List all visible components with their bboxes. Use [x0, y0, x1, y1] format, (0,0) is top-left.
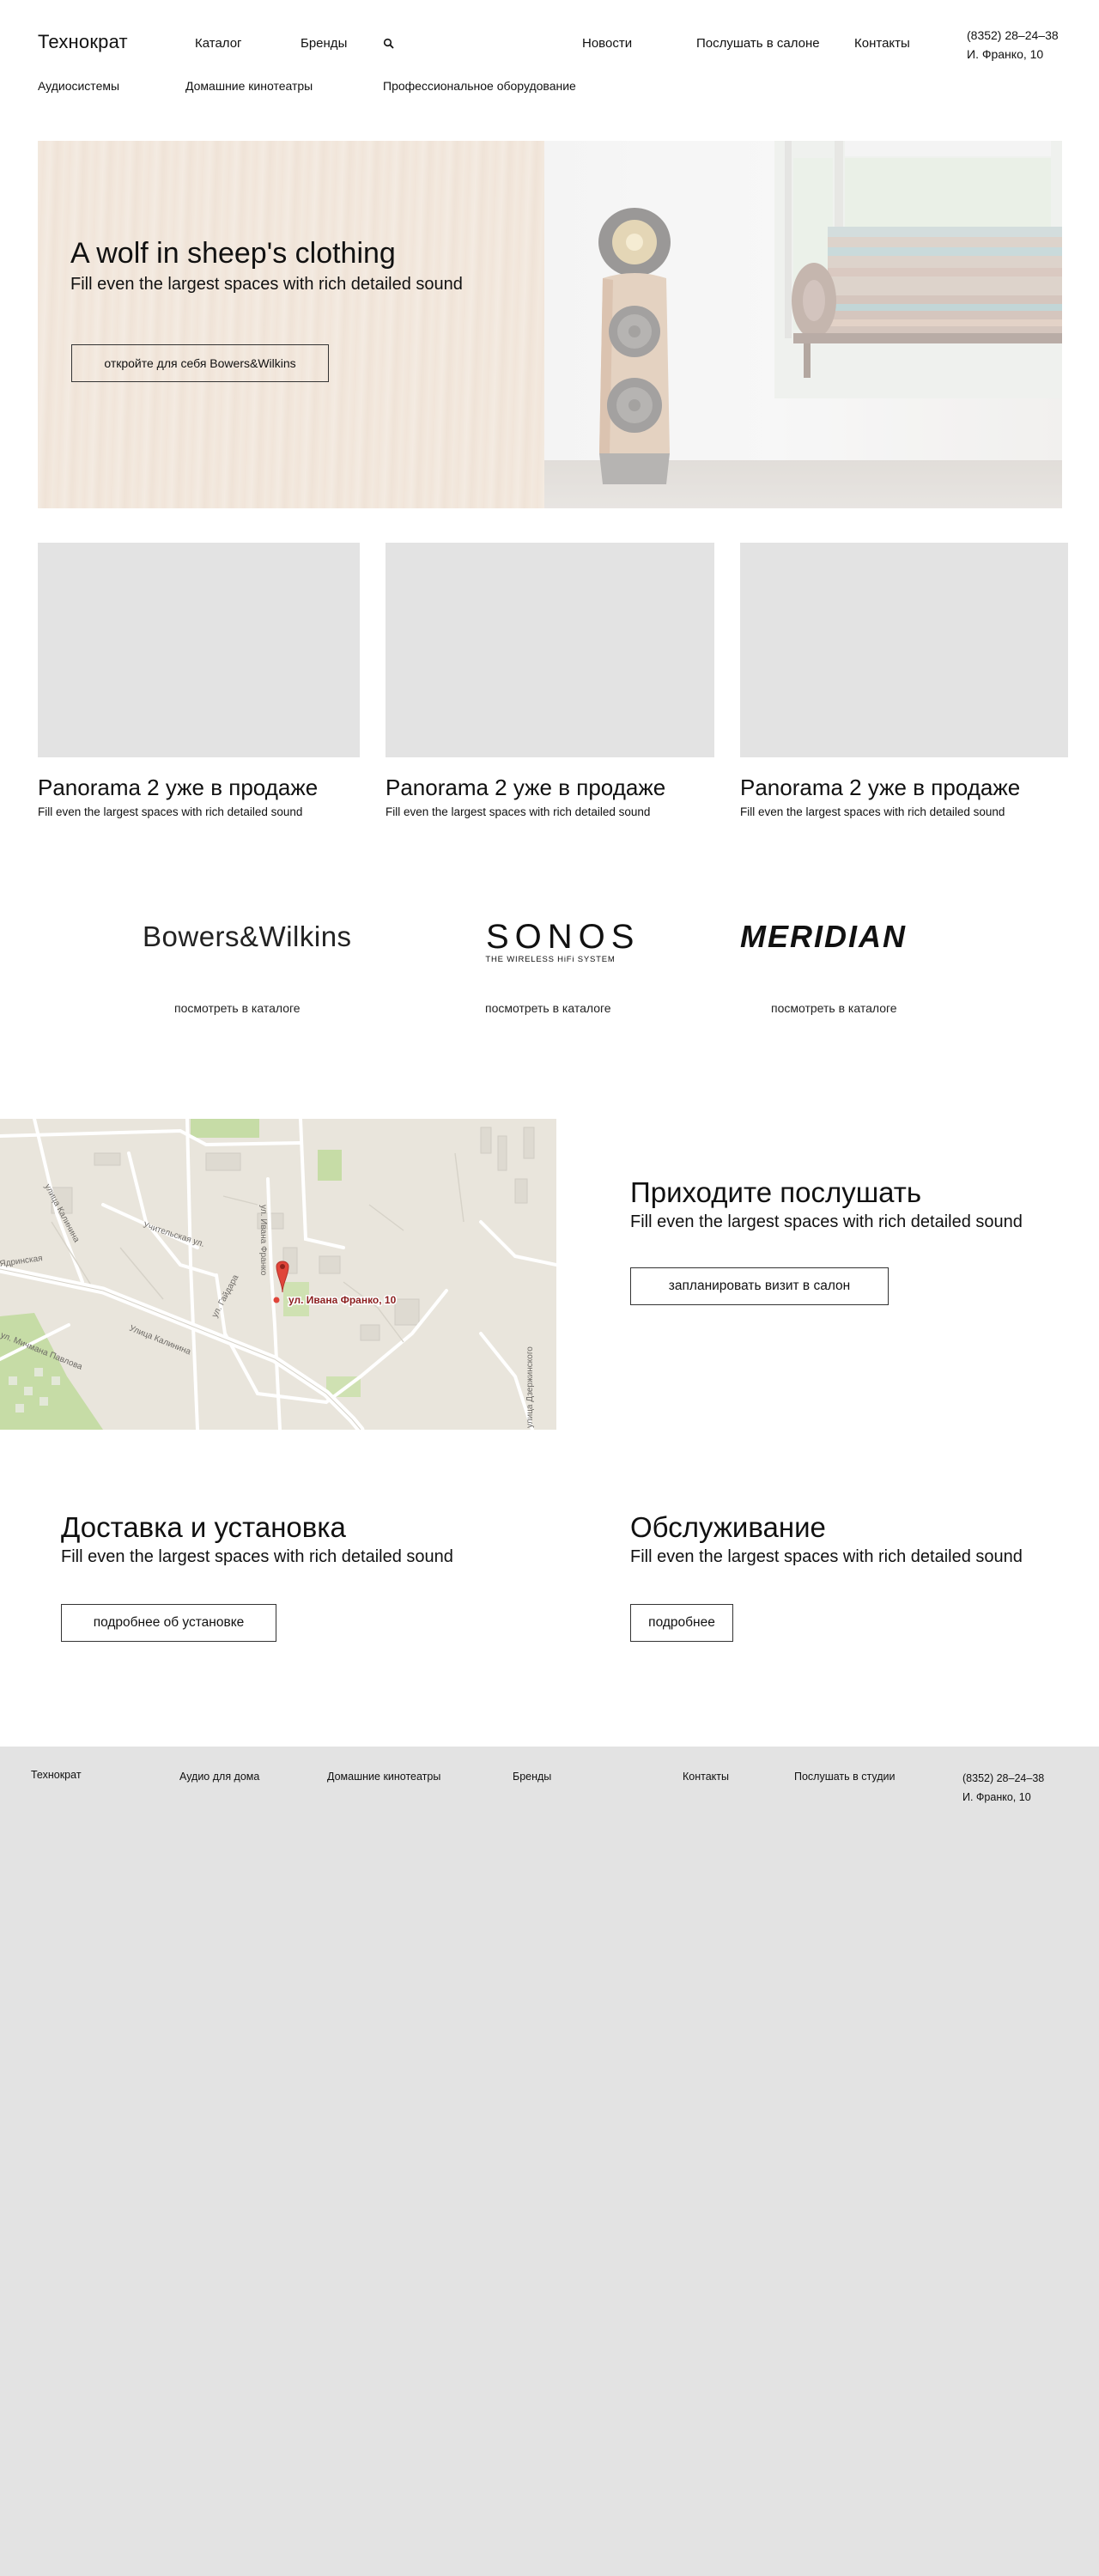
meridian-catalog-link[interactable]: посмотреть в каталоге [771, 1001, 897, 1015]
search-icon[interactable] [383, 38, 395, 50]
subnav-audio-systems[interactable]: Аудиосистемы [38, 79, 119, 93]
delivery-title: Доставка и установка [61, 1511, 346, 1543]
footer-address: И. Франко, 10 [962, 1791, 1031, 1803]
hero-banner: A wolf in sheep's clothing Fill even the… [38, 141, 1062, 508]
subnav-pro-equipment[interactable]: Профессиональное оборудование [383, 79, 576, 93]
page: Технократ Каталог Бренды Новости Послуша… [0, 0, 1099, 1747]
header-phone[interactable]: (8352) 28–24–38 [967, 26, 1059, 45]
sonos-wordmark: SONOS [486, 918, 641, 956]
sonos-tagline: THE WIRELESS HiFi SYSTEM [485, 955, 616, 964]
service-details-button[interactable]: подробнее [630, 1604, 733, 1642]
news-card-title[interactable]: Panorama 2 уже в продаже [386, 775, 665, 801]
nav-catalog[interactable]: Каталог [195, 36, 242, 51]
visit-subtitle: Fill even the largest spaces with rich d… [630, 1212, 1023, 1231]
visit-title: Приходите послушать [630, 1176, 922, 1208]
brand-logo-sonos[interactable]: SONOS THE WIRELESS HiFi SYSTEM [483, 918, 641, 964]
site-logo[interactable]: Технократ [38, 31, 128, 53]
subnav-home-theaters[interactable]: Домашние кинотеатры [185, 79, 313, 93]
header-contacts: (8352) 28–24–38 И. Франко, 10 [967, 26, 1059, 64]
footer-phone[interactable]: (8352) 28–24–38 [962, 1769, 1044, 1788]
street-label: ул. Ивана Франко [258, 1205, 268, 1276]
nav-brands[interactable]: Бренды [301, 36, 347, 51]
news-card-title[interactable]: Panorama 2 уже в продаже [740, 775, 1020, 801]
footer-link-listen-in-studio[interactable]: Послушать в студии [794, 1771, 895, 1783]
footer-link-home-theaters[interactable]: Домашние кинотеатры [327, 1771, 440, 1783]
bowers-wilkins-catalog-link[interactable]: посмотреть в каталоге [174, 1001, 301, 1015]
footer-link-home-audio[interactable]: Аудио для дома [179, 1771, 259, 1783]
news-card-subtitle: Fill even the largest spaces with rich d… [38, 805, 303, 818]
schedule-visit-button[interactable]: запланировать визит в салон [630, 1267, 889, 1305]
nav-listen-in-salon[interactable]: Послушать в салоне [696, 36, 820, 51]
service-subtitle: Fill even the largest spaces with rich d… [630, 1547, 1023, 1566]
footer-link-brands[interactable]: Бренды [513, 1771, 551, 1783]
hero-subtitle: Fill even the largest spaces with rich d… [70, 275, 463, 294]
news-card-image[interactable] [740, 543, 1068, 757]
street-label: улица Дзержинского [525, 1346, 535, 1428]
delivery-subtitle: Fill even the largest spaces with rich d… [61, 1547, 453, 1566]
news-card-image[interactable] [38, 543, 360, 757]
news-card-subtitle: Fill even the largest spaces with rich d… [740, 805, 1005, 818]
nav-contacts[interactable]: Контакты [854, 36, 910, 51]
nav-news[interactable]: Новости [582, 36, 632, 51]
footer [0, 1747, 1099, 2576]
installation-details-button[interactable]: подробнее об установке [61, 1604, 276, 1642]
footer-link-contacts[interactable]: Контакты [683, 1771, 729, 1783]
header-address: И. Франко, 10 [967, 47, 1044, 61]
discover-bowers-wilkins-button[interactable]: откройте для себя Bowers&Wilkins [71, 344, 329, 382]
location-map[interactable]: Улица Калинина ул. Гайдара ул. Ивана Фра… [0, 1119, 556, 1430]
news-card-subtitle: Fill even the largest spaces with rich d… [386, 805, 651, 818]
service-title: Обслуживание [630, 1511, 826, 1543]
footer-contacts: (8352) 28–24–38 И. Франко, 10 [962, 1769, 1044, 1807]
footer-logo[interactable]: Технократ [31, 1769, 82, 1781]
news-card-image[interactable] [386, 543, 714, 757]
hero-title: A wolf in sheep's clothing [70, 237, 396, 270]
map-address-label: ул. Ивана Франко, 10 [288, 1294, 397, 1306]
sonos-catalog-link[interactable]: посмотреть в каталоге [485, 1001, 611, 1015]
news-card-title[interactable]: Panorama 2 уже в продаже [38, 775, 318, 801]
hero-overlay [38, 141, 1062, 508]
map-canvas: Улица Калинина ул. Гайдара ул. Ивана Фра… [0, 1119, 556, 1430]
brand-logo-bowers-wilkins[interactable]: Bowers&Wilkins [143, 920, 352, 953]
brand-logo-meridian[interactable]: MERIDIAN [740, 919, 907, 955]
